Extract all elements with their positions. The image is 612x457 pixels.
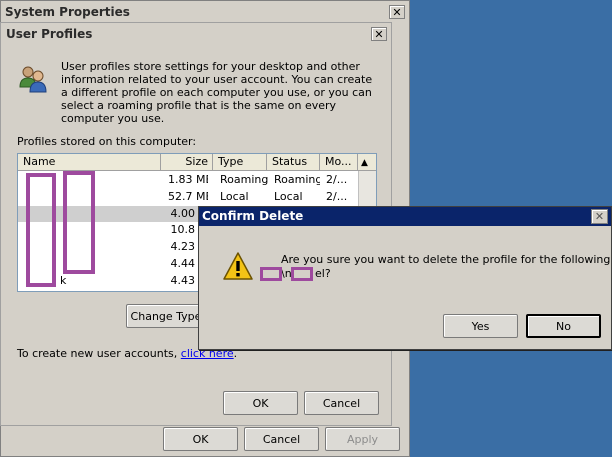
system-properties-title: System Properties bbox=[5, 5, 130, 19]
column-header-modified[interactable]: Mo... bbox=[320, 154, 358, 171]
redaction-box bbox=[26, 173, 56, 287]
create-accounts-label: To create new user accounts, bbox=[17, 347, 178, 360]
user-profiles-cancel-button[interactable]: Cancel bbox=[304, 391, 379, 415]
system-properties-ok-button[interactable]: OK bbox=[163, 427, 238, 451]
user-profiles-title: User Profiles bbox=[6, 27, 93, 41]
redaction-box bbox=[63, 171, 95, 274]
row-size: 1.83 MB bbox=[168, 173, 208, 186]
row-status: Roaming bbox=[274, 173, 320, 186]
row-name: k bbox=[60, 274, 67, 287]
column-header-status[interactable]: Status bbox=[267, 154, 320, 171]
system-properties-close-button[interactable]: ✕ bbox=[389, 5, 405, 19]
column-header-type[interactable]: Type bbox=[213, 154, 267, 171]
confirm-delete-titlebar[interactable]: Confirm Delete ✕ bbox=[199, 207, 611, 226]
warning-icon bbox=[222, 251, 254, 281]
close-icon: ✕ bbox=[594, 210, 605, 223]
row-status: Local bbox=[274, 190, 303, 203]
confirm-delete-message: Are you sure you want to delete the prof… bbox=[281, 253, 612, 266]
system-properties-apply-button[interactable]: Apply bbox=[325, 427, 400, 451]
redaction-box bbox=[291, 267, 313, 281]
user-profiles-titlebar[interactable]: User Profiles ✕ bbox=[1, 23, 391, 45]
change-type-button[interactable]: Change Type bbox=[126, 304, 206, 328]
profiles-list-label: Profiles stored on this computer: bbox=[17, 135, 197, 148]
yes-button[interactable]: Yes bbox=[443, 314, 518, 338]
users-icon bbox=[17, 63, 49, 95]
scroll-up-button[interactable]: ▲ bbox=[358, 154, 376, 171]
column-header-size[interactable]: Size bbox=[161, 154, 213, 171]
confirm-delete-dialog: Confirm Delete ✕ Are you sure you want t… bbox=[198, 206, 612, 350]
row-type: Roaming bbox=[220, 173, 269, 186]
row-type: Local bbox=[220, 190, 249, 203]
user-profiles-description: User profiles store settings for your de… bbox=[61, 60, 373, 125]
row-modified: 2/... bbox=[326, 190, 348, 203]
close-icon: ✕ bbox=[374, 27, 384, 41]
system-properties-titlebar[interactable]: System Properties ✕ bbox=[1, 1, 409, 23]
confirm-delete-close-button[interactable]: ✕ bbox=[591, 209, 608, 224]
redaction-box bbox=[260, 267, 282, 281]
row-size: 52.7 MB bbox=[168, 190, 208, 203]
no-button[interactable]: No bbox=[526, 314, 601, 338]
row-modified: 2/... bbox=[326, 173, 348, 186]
system-properties-cancel-button[interactable]: Cancel bbox=[244, 427, 319, 451]
confirm-delete-title: Confirm Delete bbox=[202, 209, 304, 223]
column-header-name[interactable]: Name bbox=[18, 154, 161, 171]
user-profiles-close-button[interactable]: ✕ bbox=[371, 27, 387, 41]
close-icon: ✕ bbox=[392, 5, 402, 19]
user-profiles-ok-button[interactable]: OK bbox=[223, 391, 298, 415]
sort-arrow-up-icon: ▲ bbox=[361, 158, 368, 168]
confirm-delete-user-fragment-2: el? bbox=[315, 267, 331, 280]
